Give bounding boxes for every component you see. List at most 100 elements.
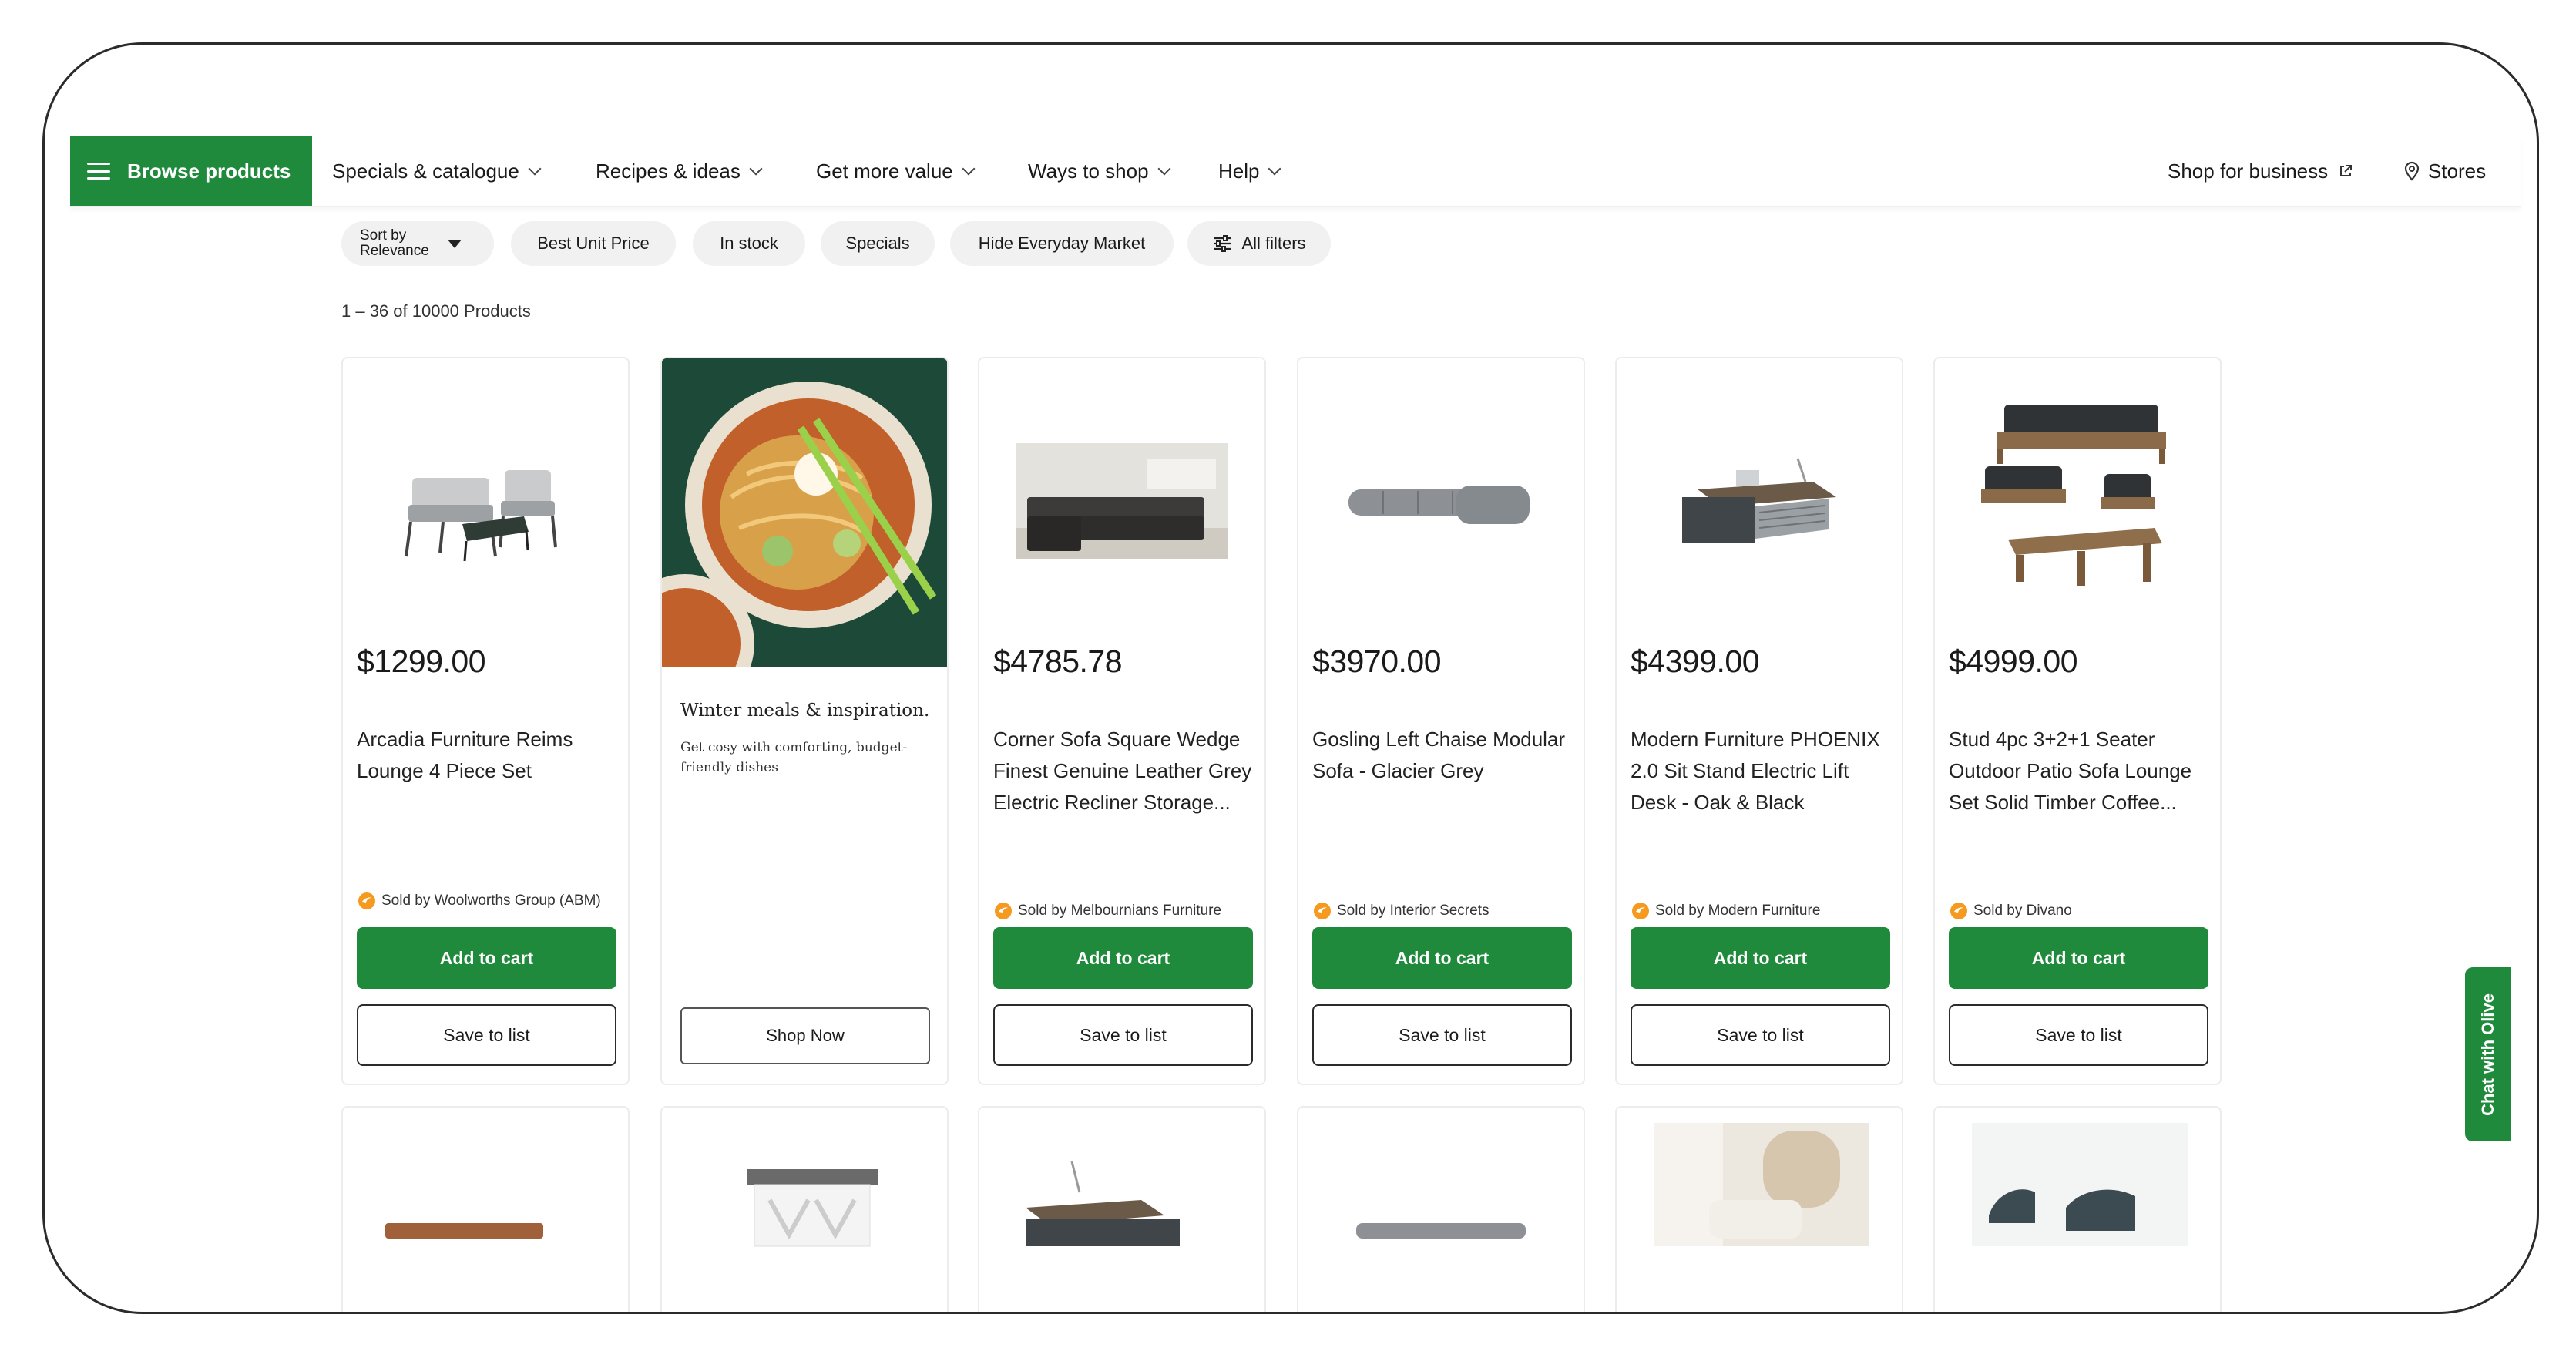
promo-title: Winter meals & inspiration. xyxy=(680,701,930,721)
product-image xyxy=(747,1169,878,1247)
seller-info: Sold by Woolworths Group (ABM) xyxy=(357,890,619,912)
save-to-list-button[interactable]: Save to list xyxy=(1949,1004,2208,1066)
add-to-cart-button[interactable]: Add to cart xyxy=(1949,927,2208,989)
product-image xyxy=(385,1223,543,1239)
sort-label-group: Sort by Relevance xyxy=(360,228,429,259)
nav-recipes-ideas[interactable]: Recipes & ideas xyxy=(596,136,763,206)
product-image[interactable] xyxy=(1314,374,1568,628)
seller-info: Sold by Interior Secrets xyxy=(1312,900,1574,922)
marketplace-seller-icon xyxy=(1314,903,1331,919)
nav-ways-to-shop[interactable]: Ways to shop xyxy=(1028,136,1171,206)
seller-info: Sold by Modern Furniture xyxy=(1631,900,1893,922)
nav-label: Recipes & ideas xyxy=(596,159,741,183)
add-to-cart-button[interactable]: Add to cart xyxy=(357,927,616,989)
marketplace-seller-icon xyxy=(358,892,375,909)
save-to-list-button[interactable]: Save to list xyxy=(357,1004,616,1066)
product-price: $4999.00 xyxy=(1949,644,2078,679)
screenshot-frame: Browse products Specials & catalogue Rec… xyxy=(42,42,2539,1314)
product-card[interactable] xyxy=(1615,1106,1903,1312)
location-pin-icon xyxy=(2404,161,2420,181)
product-image xyxy=(1654,1123,1869,1246)
product-name[interactable]: Arcadia Furniture Reims Lounge 4 Piece S… xyxy=(357,724,619,787)
chat-with-olive-tab[interactable]: Chat with Olive xyxy=(2465,967,2511,1141)
nav-get-more-value[interactable]: Get more value xyxy=(816,136,976,206)
product-card[interactable]: $4999.00 Stud 4pc 3+2+1 Seater Outdoor P… xyxy=(1933,357,2222,1085)
sort-by-label: Sort by xyxy=(360,227,407,244)
patio-sofa-set-image xyxy=(1981,405,2166,586)
add-to-cart-button[interactable]: Add to cart xyxy=(1312,927,1572,989)
sort-by-dropdown[interactable]: Sort by Relevance xyxy=(341,221,494,266)
promo-image xyxy=(662,358,947,667)
product-card[interactable]: $4785.78 Corner Sofa Square Wedge Finest… xyxy=(978,357,1266,1085)
chevron-down-icon xyxy=(749,162,763,176)
filter-hide-everyday-market[interactable]: Hide Everyday Market xyxy=(950,221,1174,266)
product-image[interactable] xyxy=(1632,374,1886,628)
seller-label: Sold by Divano xyxy=(1973,903,2072,919)
product-image[interactable] xyxy=(995,374,1249,628)
product-card[interactable]: $1299.00 Arcadia Furniture Reims Lounge … xyxy=(341,357,630,1085)
nav-specials-catalogue[interactable]: Specials & catalogue xyxy=(332,136,542,206)
product-card[interactable] xyxy=(1297,1106,1585,1312)
standing-desk-image xyxy=(1682,458,1836,543)
results-count: 1 – 36 of 10000 Products xyxy=(341,301,531,321)
menu-icon xyxy=(87,163,110,180)
product-name[interactable]: Modern Furniture PHOENIX 2.0 Sit Stand E… xyxy=(1631,724,1893,818)
filter-specials[interactable]: Specials xyxy=(821,221,935,266)
browse-products-button[interactable]: Browse products xyxy=(70,136,312,206)
filter-best-unit-price[interactable]: Best Unit Price xyxy=(511,221,676,266)
save-to-list-button[interactable]: Save to list xyxy=(1631,1004,1890,1066)
marketplace-seller-icon xyxy=(1950,903,1967,919)
product-price: $4785.78 xyxy=(993,644,1123,679)
nav-label: Specials & catalogue xyxy=(332,159,519,183)
chevron-down-icon xyxy=(962,162,976,176)
save-to-list-button[interactable]: Save to list xyxy=(993,1004,1253,1066)
filter-sliders-icon xyxy=(1214,235,1231,252)
seller-label: Sold by Melbournians Furniture xyxy=(1018,903,1222,919)
seller-label: Sold by Modern Furniture xyxy=(1655,903,1821,919)
seller-label: Sold by Woolworths Group (ABM) xyxy=(381,892,601,909)
chevron-down-icon xyxy=(1268,162,1281,176)
product-price: $4399.00 xyxy=(1631,644,1760,679)
add-to-cart-button[interactable]: Add to cart xyxy=(993,927,1253,989)
noodle-bowl-image xyxy=(662,358,947,667)
product-name[interactable]: Gosling Left Chaise Modular Sofa - Glaci… xyxy=(1312,724,1574,787)
product-card[interactable]: $3970.00 Gosling Left Chaise Modular Sof… xyxy=(1297,357,1585,1085)
product-card[interactable]: $4399.00 Modern Furniture PHOENIX 2.0 Si… xyxy=(1615,357,1903,1085)
all-filters-button[interactable]: All filters xyxy=(1187,221,1331,266)
product-card[interactable] xyxy=(978,1106,1266,1312)
save-to-list-button[interactable]: Save to list xyxy=(1312,1004,1572,1066)
lounge-set-image xyxy=(405,470,557,562)
nav-label: Ways to shop xyxy=(1028,159,1149,183)
shop-for-business-link[interactable]: Shop for business xyxy=(2168,136,2353,206)
product-card[interactable] xyxy=(660,1106,949,1312)
top-navigation: Browse products Specials & catalogue Rec… xyxy=(70,136,2521,207)
add-to-cart-button[interactable]: Add to cart xyxy=(1631,927,1890,989)
external-link-icon xyxy=(2340,165,2353,176)
product-name[interactable]: Stud 4pc 3+2+1 Seater Outdoor Patio Sofa… xyxy=(1949,724,2211,818)
product-price: $1299.00 xyxy=(357,644,486,679)
filter-in-stock[interactable]: In stock xyxy=(693,221,805,266)
chevron-down-icon xyxy=(1157,162,1171,176)
shop-now-button[interactable]: Shop Now xyxy=(680,1007,930,1064)
nav-help[interactable]: Help xyxy=(1218,136,1281,206)
product-image[interactable] xyxy=(1950,374,2205,628)
chat-label: Chat with Olive xyxy=(2478,993,2497,1116)
sort-by-value: Relevance xyxy=(360,243,429,259)
product-card[interactable] xyxy=(1933,1106,2222,1312)
caret-down-icon xyxy=(447,239,462,248)
product-card[interactable] xyxy=(341,1106,630,1312)
product-image xyxy=(1026,1161,1180,1246)
product-image[interactable] xyxy=(358,374,613,628)
marketplace-seller-icon xyxy=(1632,903,1649,919)
stores-link[interactable]: Stores xyxy=(2403,136,2486,206)
seller-label: Sold by Interior Secrets xyxy=(1337,903,1490,919)
product-price: $3970.00 xyxy=(1312,644,1442,679)
browse-products-label: Browse products xyxy=(127,159,291,183)
marketplace-seller-icon xyxy=(995,903,1012,919)
product-name[interactable]: Corner Sofa Square Wedge Finest Genuine … xyxy=(993,724,1255,818)
all-filters-label: All filters xyxy=(1241,234,1306,253)
modular-sofa-image xyxy=(1348,486,1530,524)
promo-card[interactable]: Winter meals & inspiration. Get cosy wit… xyxy=(660,357,949,1085)
corner-sofa-image xyxy=(1016,443,1228,559)
product-image xyxy=(1356,1223,1526,1239)
